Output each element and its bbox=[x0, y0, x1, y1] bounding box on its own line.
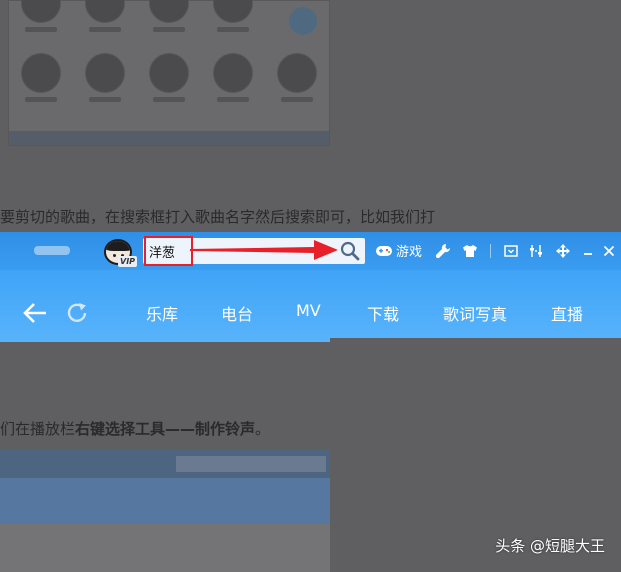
singer-avatar bbox=[85, 53, 125, 93]
games-label: 游戏 bbox=[396, 245, 423, 260]
screenshot-search bbox=[176, 456, 326, 472]
move-icon[interactable] bbox=[555, 243, 571, 259]
annotation-highlight-box bbox=[144, 236, 193, 266]
singer-avatar bbox=[149, 0, 189, 23]
back-arrow-icon[interactable] bbox=[22, 301, 48, 325]
avatar-row-2 bbox=[9, 53, 329, 102]
singer-avatar bbox=[277, 53, 317, 93]
tab-live[interactable]: 直播 bbox=[551, 301, 583, 325]
wrench-icon[interactable] bbox=[435, 243, 451, 259]
tab-library[interactable]: 乐库 bbox=[146, 301, 178, 325]
article-text-line-2: 们在播放栏右键选择工具——制作铃声。 bbox=[0, 418, 270, 439]
screenshot-footer bbox=[9, 131, 329, 145]
article-text-line-1: 要剪切的歌曲，在搜索框打入歌曲名字然后搜索即可，比如我们打 bbox=[0, 208, 436, 226]
singer-avatar bbox=[21, 0, 61, 23]
tab-radio[interactable]: 电台 bbox=[221, 301, 253, 325]
singer-avatar bbox=[213, 0, 253, 23]
search-icon[interactable] bbox=[340, 241, 360, 261]
close-icon[interactable] bbox=[601, 243, 617, 259]
screenshot-navbar bbox=[0, 478, 330, 524]
avatar-row-1 bbox=[9, 0, 329, 32]
username-blurred bbox=[34, 246, 70, 255]
singer-avatar bbox=[21, 53, 61, 93]
gamepad-icon bbox=[376, 245, 392, 256]
minimize-icon[interactable] bbox=[580, 243, 596, 259]
previous-screenshot bbox=[8, 0, 330, 146]
watermark: 头条 @短腿大王 bbox=[495, 537, 605, 555]
tab-mv[interactable]: MV bbox=[296, 301, 321, 320]
article-text-bold: 右键选择工具——制作铃声 bbox=[75, 420, 256, 438]
tab-download[interactable]: 下载 bbox=[367, 301, 399, 325]
singer-avatar bbox=[149, 53, 189, 93]
refresh-icon[interactable] bbox=[66, 302, 90, 324]
singer-avatar bbox=[85, 0, 125, 23]
toolbar-divider bbox=[490, 244, 491, 258]
panel-cut-edge bbox=[330, 338, 621, 342]
music-player-header: VIP 游戏 bbox=[0, 232, 621, 342]
player-topbar: VIP 游戏 bbox=[0, 232, 621, 270]
article-text-suffix: 。 bbox=[255, 420, 271, 438]
tab-lyrics-photo[interactable]: 歌词写真 bbox=[443, 301, 507, 325]
screenshot-content bbox=[0, 524, 330, 572]
tshirt-icon[interactable] bbox=[462, 243, 478, 259]
games-button[interactable]: 游戏 bbox=[375, 241, 422, 260]
next-screenshot bbox=[0, 450, 330, 572]
article-text-prefix: 们在播放栏 bbox=[0, 420, 76, 438]
annotation-arrow bbox=[190, 240, 338, 260]
singer-avatar bbox=[213, 53, 253, 93]
vip-badge: VIP bbox=[118, 256, 138, 267]
equalizer-icon[interactable] bbox=[528, 243, 544, 259]
mini-mode-icon[interactable] bbox=[503, 243, 519, 259]
